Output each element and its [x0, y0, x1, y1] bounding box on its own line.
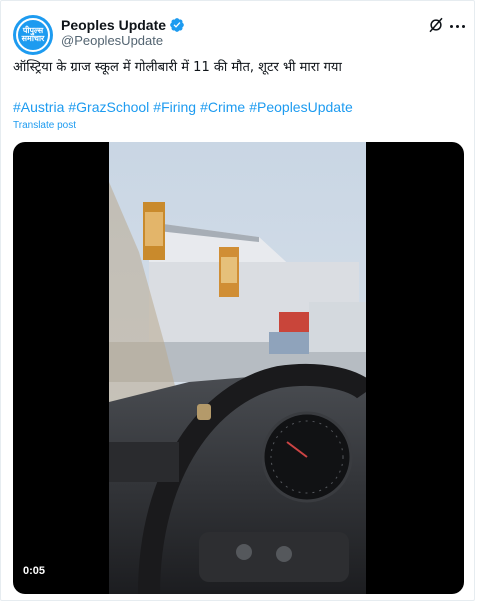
author-display-name[interactable]: Peoples Update: [61, 17, 166, 33]
author-handle[interactable]: @PeoplesUpdate: [61, 33, 163, 48]
hashtag-list: #Austria #GrazSchool #Firing #Crime #Peo…: [13, 98, 353, 116]
hashtag-austria[interactable]: #Austria: [13, 98, 64, 116]
video-duration: 0:05: [23, 565, 46, 577]
author-name-row: Peoples Update: [61, 16, 185, 34]
hashtag-firing[interactable]: #Firing: [153, 98, 196, 116]
post-text: ऑस्ट्रिया के ग्राज स्कूल में गोलीबारी मे…: [13, 60, 342, 75]
more-dots-icon[interactable]: [450, 23, 468, 29]
post-card: पीपुल्स समाचार Peoples Update @PeoplesUp…: [0, 0, 475, 601]
verified-badge-icon: [170, 18, 184, 32]
avatar[interactable]: पीपुल्स समाचार: [13, 15, 53, 55]
video-player[interactable]: 0:05: [13, 142, 464, 594]
hashtag-crime[interactable]: #Crime: [200, 98, 245, 116]
video-thumbnail: [109, 142, 366, 594]
grok-icon[interactable]: [427, 16, 445, 34]
video-frame-scene: [109, 142, 366, 594]
hashtag-grazschool[interactable]: #GrazSchool: [68, 98, 149, 116]
translate-post-link[interactable]: Translate post: [13, 120, 76, 131]
hashtag-peoplesupdate[interactable]: #PeoplesUpdate: [249, 98, 353, 116]
avatar-logo-text: पीपुल्स समाचार: [21, 26, 45, 43]
